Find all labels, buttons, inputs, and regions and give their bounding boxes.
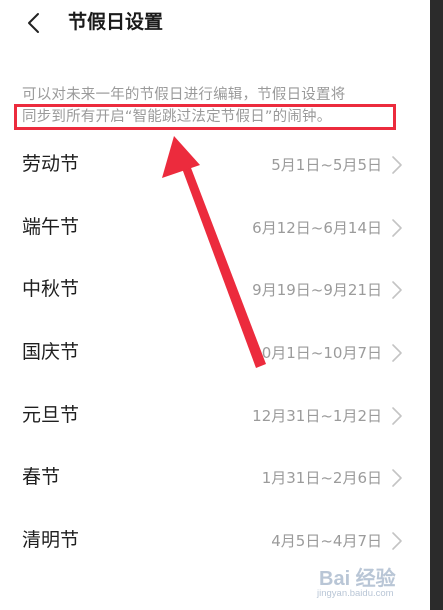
- holiday-row-new-year[interactable]: 元旦节 12月31日~1月2日: [0, 386, 430, 449]
- holiday-name: 劳动节: [22, 153, 80, 175]
- holiday-date-range: 1月31日~2月6日: [261, 469, 382, 488]
- screen-edge-strip: [430, 0, 443, 610]
- holiday-row-labor-day[interactable]: 劳动节 5月1日~5月5日: [0, 135, 430, 198]
- chevron-right-icon: [392, 532, 402, 550]
- holiday-name: 春节: [22, 466, 61, 489]
- holiday-row-dragon-boat[interactable]: 端午节 6月12日~6月14日: [0, 198, 430, 261]
- back-button[interactable]: [16, 8, 50, 38]
- chevron-right-icon: [392, 281, 402, 300]
- annotation-highlight-box: [14, 104, 396, 130]
- holiday-date-range: 9月19日~9月21日: [252, 281, 382, 300]
- holiday-row-mid-autumn[interactable]: 中秋节 9月19日~9月21日: [0, 260, 430, 323]
- holiday-date-range: 5月1日~5月5日: [271, 156, 382, 174]
- holiday-list: 劳动节 5月1日~5月5日 端午节 6月12日~6月14日 中秋节 9月19日~…: [0, 135, 430, 574]
- chevron-right-icon: [392, 218, 402, 237]
- description-line-1: 可以对未来一年的节假日进行编辑，节假日设置将: [22, 87, 346, 103]
- holiday-date-range: 6月12日~6月14日: [252, 218, 382, 237]
- chevron-right-icon: [392, 469, 402, 488]
- holiday-name: 中秋节: [22, 278, 80, 301]
- holiday-settings-screen: 节假日设置 可以对未来一年的节假日进行编辑，节假日设置将 同步到所有开启“智能跳…: [0, 0, 443, 610]
- holiday-date-range: 12月31日~1月2日: [252, 406, 382, 425]
- chevron-right-icon: [392, 344, 402, 362]
- watermark-brand: Bai 经验: [319, 568, 396, 590]
- holiday-name: 国庆节: [22, 341, 80, 364]
- holiday-name: 端午节: [22, 215, 80, 238]
- watermark: Bai 经验 jingyan.baidu.com: [315, 562, 425, 602]
- holiday-name: 元旦节: [22, 403, 80, 426]
- page-title: 节假日设置: [68, 11, 164, 33]
- watermark-url: jingyan.baidu.com: [317, 588, 394, 599]
- holiday-row-national-day[interactable]: 国庆节 10月1日~10月7日: [0, 323, 430, 386]
- chevron-left-icon: [28, 13, 39, 33]
- holiday-date-range: 10月1日~10月7日: [252, 344, 382, 363]
- holiday-row-spring-festival[interactable]: 春节 1月31日~2月6日: [0, 448, 430, 511]
- chevron-right-icon: [392, 406, 402, 425]
- holiday-name: 清明节: [22, 529, 80, 552]
- chevron-right-icon: [392, 156, 402, 174]
- header: 节假日设置: [0, 0, 430, 46]
- holiday-date-range: 4月5日~4月7日: [271, 532, 382, 551]
